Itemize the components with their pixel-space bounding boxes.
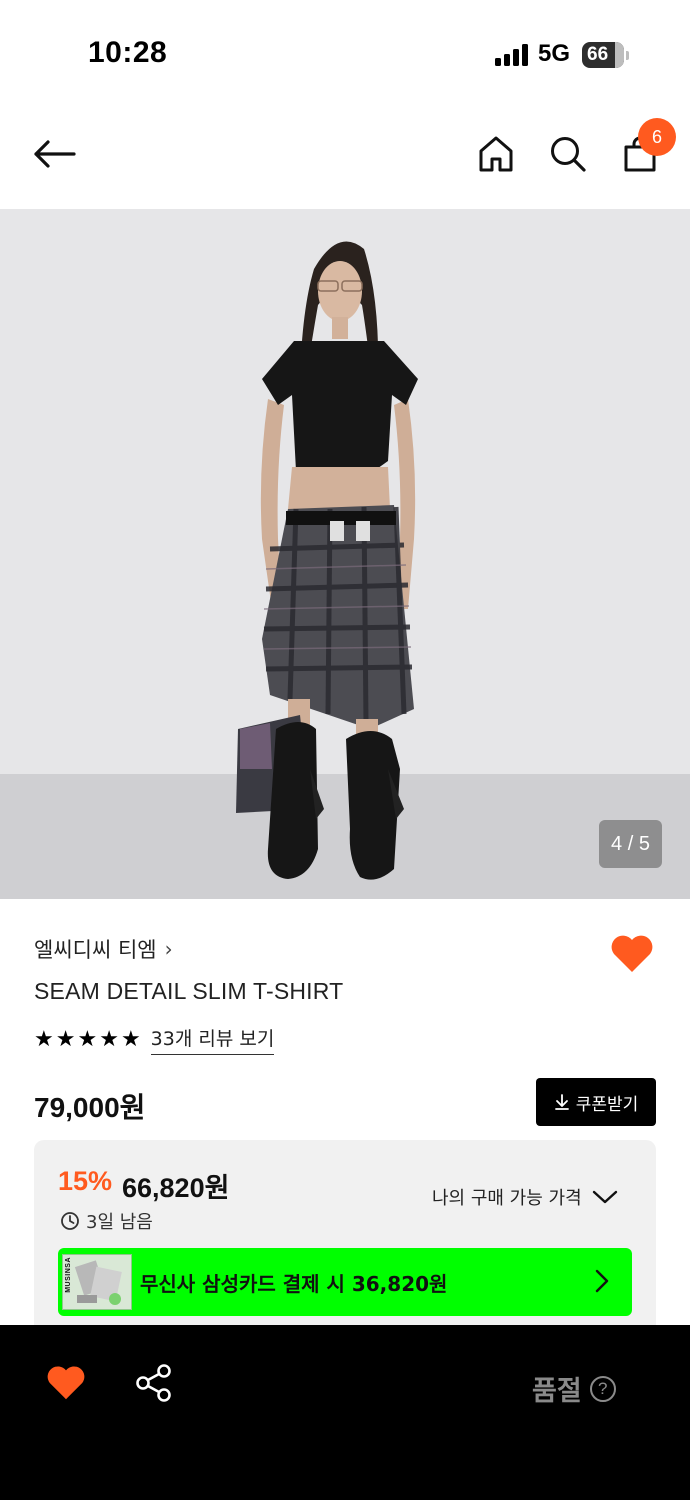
- soldout-status: 품절 ?: [532, 1369, 616, 1408]
- brand-name: 엘씨디씨 티엠: [34, 938, 157, 962]
- signal-icon: [495, 44, 529, 66]
- chevron-right-icon: ›: [164, 937, 173, 961]
- star-icon: ★: [77, 1026, 98, 1052]
- like-button[interactable]: [610, 934, 654, 974]
- my-price-label: 나의 구매 가능 가격: [432, 1188, 582, 1209]
- card-promo-text: 무신사 삼성카드 결제 시 36,820원: [140, 1272, 448, 1296]
- discount-percent: 15%: [58, 1166, 113, 1196]
- discount-price: 66,820원: [122, 1173, 230, 1203]
- time-left-text: 3일 남음: [86, 1212, 153, 1233]
- star-icon: ★: [120, 1026, 141, 1052]
- star-icon: ★: [55, 1026, 76, 1052]
- chevron-right-icon: [595, 1269, 609, 1293]
- original-price: 79,000원: [34, 1092, 146, 1123]
- rating-row: ★ ★ ★ ★ ★ 33개 리뷰 보기: [34, 1024, 275, 1055]
- card-promo-thumbnail: MUSINSA: [62, 1254, 132, 1310]
- product-title: SEAM DETAIL SLIM T-SHIRT: [34, 978, 344, 1004]
- clock-icon: [61, 1212, 79, 1230]
- rating-stars: ★ ★ ★ ★ ★: [34, 1026, 141, 1052]
- card-promo-banner[interactable]: MUSINSA 무신사 삼성카드 결제 시 36,820원: [58, 1248, 632, 1316]
- brand-link[interactable]: 엘씨디씨 티엠 ›: [34, 934, 173, 964]
- home-button[interactable]: [472, 130, 520, 178]
- home-icon: [479, 136, 513, 172]
- share-button[interactable]: [134, 1363, 174, 1403]
- arrow-left-icon: [34, 140, 76, 168]
- reviews-link[interactable]: 33개 리뷰 보기: [150, 1024, 275, 1055]
- discount-panel: 15% 66,820원 3일 남음 나의 구매 가능 가격 MUSINSA 무신…: [34, 1140, 656, 1340]
- search-button[interactable]: [544, 130, 592, 178]
- bottom-action-bar: 품절 ?: [0, 1325, 690, 1500]
- search-icon: [551, 137, 586, 172]
- bottom-like-button[interactable]: [46, 1365, 86, 1401]
- status-time: 10:28: [88, 36, 168, 69]
- download-icon: [554, 1094, 569, 1110]
- network-type: 5G: [538, 40, 571, 67]
- my-price-toggle[interactable]: 나의 구매 가능 가격: [432, 1184, 618, 1210]
- gallery-page-indicator: 4 / 5: [599, 820, 662, 868]
- heart-icon: [611, 935, 653, 972]
- time-left: 3일 남음: [60, 1208, 153, 1234]
- soldout-label: 품절: [532, 1376, 582, 1407]
- top-nav: [0, 110, 690, 208]
- share-icon: [136, 1364, 171, 1402]
- battery-level: 66: [587, 44, 609, 65]
- chevron-down-icon: [592, 1190, 617, 1204]
- star-icon: ★: [99, 1026, 119, 1052]
- cart-count-badge: 6: [638, 118, 676, 156]
- star-icon: ★: [34, 1026, 54, 1052]
- battery-icon: 66: [582, 42, 624, 68]
- heart-icon: [47, 1366, 85, 1400]
- get-coupon-label: 쿠폰받기: [575, 1094, 639, 1115]
- get-coupon-button[interactable]: 쿠폰받기: [536, 1078, 656, 1126]
- help-icon[interactable]: ?: [589, 1375, 616, 1402]
- product-image[interactable]: [0, 209, 690, 899]
- status-bar: 10:28 5G 66: [0, 0, 690, 110]
- model-illustration: [236, 241, 418, 880]
- back-button[interactable]: [30, 130, 78, 178]
